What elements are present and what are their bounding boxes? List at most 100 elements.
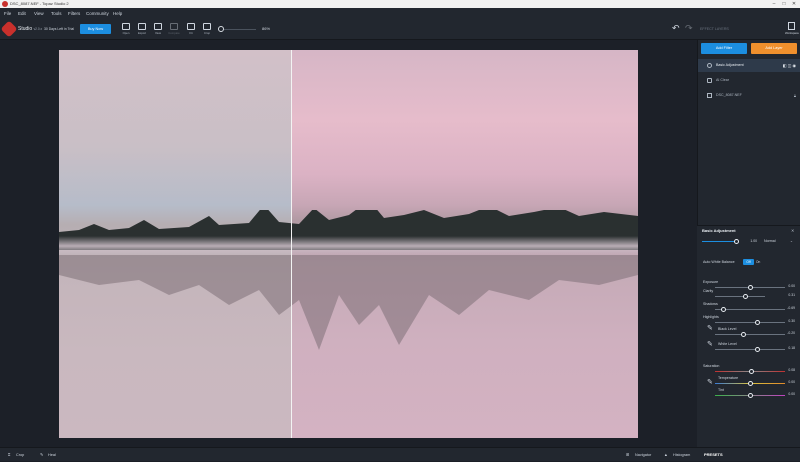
adjustment-icon	[707, 63, 712, 68]
basic-adjustment-panel: Basic Adjustment ✕ 1.00 Normal ⌄ Auto Wh…	[697, 225, 800, 447]
minimize-button[interactable]: –	[769, 0, 779, 8]
menu-edit[interactable]: Edit	[18, 8, 26, 19]
folder-icon	[122, 23, 130, 30]
histogram-icon[interactable]: ▲	[664, 448, 668, 462]
slider-label: Clarity	[703, 289, 714, 293]
workspace-label: Workspace	[785, 31, 799, 35]
export-button[interactable]: Export	[134, 22, 150, 38]
add-filter-button[interactable]: Add Filter	[701, 43, 747, 54]
heal-icon[interactable]: ✎	[40, 448, 43, 462]
crop-icon[interactable]: ⌗	[8, 448, 10, 462]
navigator-icon[interactable]: ⊞	[626, 448, 629, 462]
photo-preview[interactable]	[59, 50, 638, 438]
slider-value: -0.69	[787, 306, 795, 310]
water-reflection	[59, 255, 638, 350]
topaz-logo-icon	[0, 20, 18, 38]
slider-knob[interactable]	[747, 381, 753, 386]
maximize-button[interactable]: □	[779, 0, 789, 8]
slider-track[interactable]	[715, 334, 785, 335]
eyedropper-icon[interactable]: ✎	[707, 324, 713, 332]
layer-base-image[interactable]: DSC_8087.NEF 🔒︎	[698, 89, 800, 102]
slider-label: Temperature	[718, 376, 739, 380]
menu-filters[interactable]: Filters	[68, 8, 80, 19]
auto-white-balance-label: Auto White Balance	[703, 260, 735, 264]
slider-knob[interactable]	[742, 294, 748, 299]
eyedropper-icon[interactable]: ✎	[707, 378, 713, 386]
chevron-down-icon[interactable]: ⌄	[790, 239, 793, 243]
slider-label: Shadows	[703, 302, 718, 306]
add-layer-button[interactable]: Add Layer	[751, 43, 797, 54]
layer-ai-clear[interactable]: AI Clear	[698, 74, 800, 87]
heal-button[interactable]: Heal	[48, 448, 56, 462]
menu-view[interactable]: View	[34, 8, 44, 19]
ai-clear-icon	[707, 78, 712, 83]
title-bar: DSC_8087.NEF - Topaz Studio 2 – □ ✕	[0, 0, 800, 8]
crop-tool-button[interactable]: Crop	[199, 22, 215, 38]
slider-knob[interactable]	[747, 393, 753, 398]
redo-icon[interactable]: ↷	[685, 23, 693, 34]
app-logo-icon	[2, 1, 8, 7]
zoom-slider-knob[interactable]	[218, 26, 224, 32]
slider-value: 0.18	[788, 346, 795, 350]
slider-knob[interactable]	[754, 347, 760, 352]
menu-file[interactable]: File	[4, 8, 11, 19]
histogram-button[interactable]: Histogram	[673, 448, 690, 462]
compare-button[interactable]: Compare	[166, 22, 182, 38]
layer-name: AI Clear	[716, 78, 729, 82]
bottom-bar: ⌗ Crop ✎ Heal ⊞ Navigator ▲ Histogram PR…	[0, 447, 800, 461]
slider-knob[interactable]	[747, 285, 753, 290]
menu-help[interactable]: Help	[113, 8, 122, 19]
slider-label: White Level	[718, 342, 737, 346]
layer-basic-adjustment[interactable]: Basic Adjustment ◧ ◫ ◉	[698, 59, 800, 72]
view-label: View	[154, 31, 161, 35]
slider-label: Exposure	[703, 280, 719, 284]
opacity-value: 1.00	[750, 239, 757, 243]
view-icon	[154, 23, 162, 30]
crop-button[interactable]: Crop	[16, 448, 24, 462]
slider-track[interactable]	[715, 349, 785, 350]
buy-now-button[interactable]: Buy Now	[80, 24, 111, 34]
open-label: Open	[122, 31, 130, 35]
eyedropper-icon[interactable]: ✎	[707, 340, 713, 348]
slider-knob[interactable]	[748, 369, 754, 374]
workspace-button[interactable]: Workspace	[785, 22, 799, 35]
presets-tab[interactable]: PRESETS	[704, 448, 723, 462]
fit-button[interactable]: Fit	[183, 22, 199, 38]
slider-knob[interactable]	[740, 332, 746, 337]
layer-visibility-icon[interactable]: ◧ ◫ ◉	[783, 59, 796, 72]
crop-icon	[203, 23, 211, 30]
opacity-slider-track[interactable]	[702, 241, 738, 242]
awb-on-toggle[interactable]: On	[756, 259, 764, 265]
slider-track[interactable]	[715, 296, 765, 297]
app-name-label: Studio	[18, 26, 33, 32]
slider-label: Tint	[718, 388, 724, 392]
undo-icon[interactable]: ↶	[672, 23, 680, 34]
slider-knob[interactable]	[720, 307, 726, 312]
opacity-slider-knob[interactable]	[734, 239, 739, 244]
slider-knob[interactable]	[754, 320, 760, 325]
close-button[interactable]: ✕	[789, 0, 799, 8]
compare-split-handle[interactable]	[291, 50, 292, 438]
image-icon	[707, 93, 712, 98]
slider-value: 0.30	[788, 319, 795, 323]
layer-name: Basic Adjustment	[716, 63, 744, 67]
compare-label: Compare	[168, 31, 180, 35]
layer-name: DSC_8087.NEF	[716, 93, 742, 97]
blend-mode-select[interactable]: Normal	[764, 239, 776, 243]
slider-label: Black Level	[718, 327, 737, 331]
zoom-slider-track[interactable]	[220, 29, 256, 30]
menu-tools[interactable]: Tools	[51, 8, 62, 19]
slider-value: 0.00	[788, 392, 795, 396]
slider-track[interactable]	[715, 322, 785, 323]
awb-off-toggle[interactable]: Off	[743, 259, 754, 265]
panel-close-icon[interactable]: ✕	[791, 228, 794, 233]
view-button[interactable]: View	[150, 22, 166, 38]
export-icon	[138, 23, 146, 30]
menu-community[interactable]: Community	[86, 8, 109, 19]
workspace-icon	[787, 22, 795, 30]
fit-label: Fit	[189, 31, 193, 35]
navigator-button[interactable]: Navigator	[635, 448, 651, 462]
compare-icon	[170, 23, 178, 30]
open-button[interactable]: Open	[118, 22, 134, 38]
panel-title: Basic Adjustment	[702, 228, 736, 233]
